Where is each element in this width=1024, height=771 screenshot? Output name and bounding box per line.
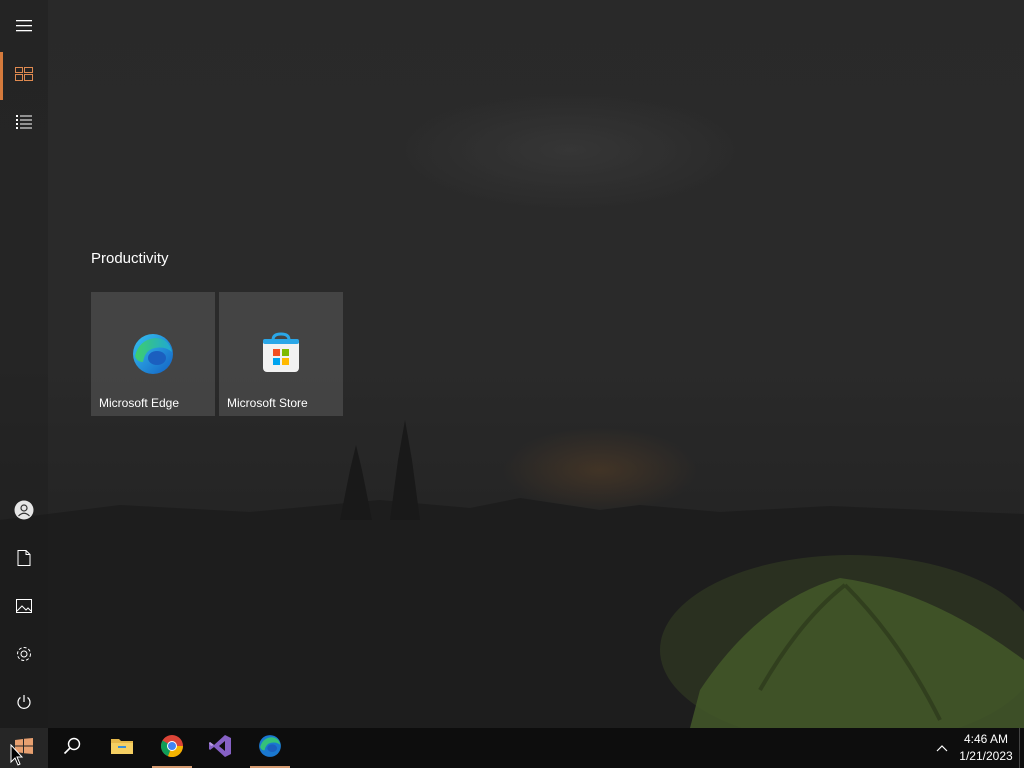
mouse-cursor-icon	[10, 743, 24, 771]
tile-group-title: Productivity	[91, 250, 169, 267]
expand-menu-button[interactable]	[0, 4, 48, 52]
chrome-icon	[160, 734, 184, 763]
microsoft-edge-tile[interactable]: Microsoft Edge	[91, 292, 215, 416]
start-menu: Productivity Microsoft Edge Microsoft St…	[0, 0, 1024, 728]
power-button[interactable]	[0, 680, 48, 728]
power-icon	[16, 694, 32, 715]
user-account-button[interactable]	[0, 488, 48, 536]
file-explorer-button[interactable]	[98, 728, 146, 768]
documents-button[interactable]	[0, 536, 48, 584]
clock-date: 1/21/2023	[959, 749, 1013, 763]
user-icon	[14, 500, 34, 525]
edge-taskbar-button[interactable]	[246, 728, 294, 768]
start-menu-rail	[0, 0, 48, 728]
clock-time: 4:46 AM	[963, 732, 1009, 746]
pictures-icon	[16, 598, 32, 618]
taskbar: 4:46 AM 1/21/2023	[0, 728, 1024, 768]
start-button[interactable]	[0, 728, 48, 768]
file-explorer-icon	[110, 736, 134, 761]
tile-label: Microsoft Store	[227, 396, 308, 410]
search-icon	[63, 737, 81, 760]
pinned-tiles-button[interactable]	[0, 52, 48, 100]
edge-icon	[258, 734, 282, 763]
pictures-button[interactable]	[0, 584, 48, 632]
show-desktop-button[interactable]	[1019, 728, 1024, 768]
chrome-button[interactable]	[148, 728, 196, 768]
store-icon	[259, 332, 303, 376]
settings-button[interactable]	[0, 632, 48, 680]
edge-icon	[131, 332, 175, 376]
microsoft-store-tile[interactable]: Microsoft Store	[219, 292, 343, 416]
clock-button[interactable]: 4:46 AM 1/21/2023	[950, 731, 1022, 765]
chevron-up-icon	[936, 739, 948, 757]
all-apps-list-icon	[16, 114, 32, 135]
hamburger-icon	[16, 19, 32, 38]
settings-icon	[15, 645, 33, 668]
visual-studio-button[interactable]	[196, 728, 244, 768]
search-button[interactable]	[48, 728, 96, 768]
tile-label: Microsoft Edge	[99, 396, 180, 410]
pinned-tiles-icon	[15, 66, 33, 86]
all-apps-button[interactable]	[0, 100, 48, 148]
visual-studio-icon	[208, 734, 232, 763]
documents-icon	[17, 549, 31, 571]
